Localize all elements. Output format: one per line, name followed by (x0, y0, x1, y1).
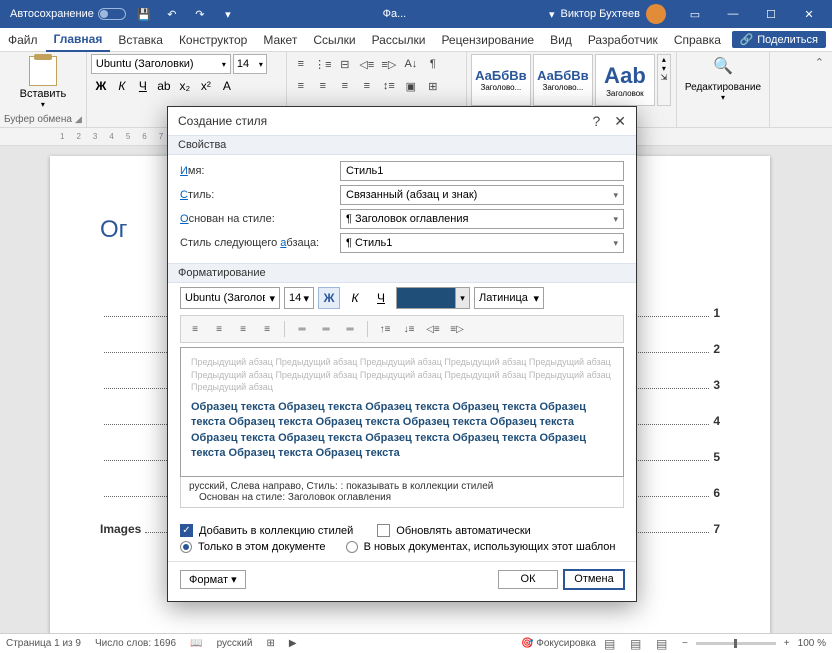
print-layout-icon[interactable]: ▤ (630, 637, 648, 651)
align-left-button[interactable]: ≡ (184, 319, 206, 339)
this-document-label: Только в этом документе (198, 541, 326, 553)
new-documents-radio[interactable] (346, 541, 358, 553)
style-description: русский, Слева направо, Стиль: : показыв… (180, 477, 624, 508)
word-count[interactable]: Число слов: 1696 (95, 638, 176, 649)
style-type-combo[interactable]: Связанный (абзац и знак)▾ (340, 185, 624, 205)
dialog-title: Создание стиля (178, 114, 267, 128)
web-layout-icon[interactable]: ▤ (656, 637, 674, 651)
new-documents-label: В новых документах, использующих этот ша… (364, 541, 616, 553)
increase-indent-button[interactable]: ≡▷ (446, 319, 468, 339)
style-label: Стиль: (180, 189, 340, 201)
onehalf-space-button[interactable]: ═ (315, 319, 337, 339)
cancel-button[interactable]: Отмена (564, 570, 624, 589)
fmt-script-combo[interactable]: Латиница▾ (474, 287, 544, 309)
dialog-titlebar: Создание стиля ? ✕ (168, 107, 636, 135)
page-count[interactable]: Страница 1 из 9 (6, 638, 81, 649)
read-mode-icon[interactable]: ▤ (604, 637, 622, 651)
align-right-button[interactable]: ≡ (232, 319, 254, 339)
justify-button[interactable]: ≡ (256, 319, 278, 339)
create-style-dialog: Создание стиля ? ✕ Свойства Имя: Стиль1 … (167, 106, 637, 602)
zoom-in-button[interactable]: + (784, 638, 790, 649)
properties-header: Свойства (168, 135, 636, 155)
para-toolbar: ≡ ≡ ≡ ≡ ═ ═ ═ ↑≡ ↓≡ ◁≡ ≡▷ (180, 315, 624, 343)
fmt-bold-button[interactable]: Ж (318, 287, 340, 309)
decrease-indent-button[interactable]: ◁≡ (422, 319, 444, 339)
this-document-radio[interactable] (180, 541, 192, 553)
format-dropdown-button[interactable]: Формат ▾ (180, 570, 246, 589)
spellcheck-icon[interactable]: 📖 (190, 638, 202, 649)
add-to-gallery-label: Добавить в коллекцию стилей (199, 525, 353, 537)
double-space-button[interactable]: ═ (339, 319, 361, 339)
based-on-combo[interactable]: ¶ Заголовок оглавления▾ (340, 209, 624, 229)
space-before-up-button[interactable]: ↑≡ (374, 319, 396, 339)
language[interactable]: русский (217, 638, 253, 649)
fmt-underline-button[interactable]: Ч (370, 287, 392, 309)
auto-update-label: Обновлять автоматически (396, 525, 531, 537)
name-label: Имя: (180, 165, 340, 177)
ok-button[interactable]: ОК (498, 570, 558, 589)
formatting-header: Форматирование (168, 263, 636, 283)
name-input[interactable]: Стиль1 (340, 161, 624, 181)
close-icon[interactable]: ✕ (614, 113, 626, 130)
space-before-down-button[interactable]: ↓≡ (398, 319, 420, 339)
next-style-combo[interactable]: ¶ Стиль1▾ (340, 233, 624, 253)
align-center-button[interactable]: ≡ (208, 319, 230, 339)
next-style-label: Стиль следующего абзаца: (180, 237, 340, 249)
help-icon[interactable]: ? (592, 113, 600, 130)
accessibility-icon[interactable]: ⊞ (266, 638, 274, 649)
zoom-slider[interactable] (696, 642, 776, 645)
based-on-label: Основан на стиле: (180, 213, 340, 225)
fmt-size-combo[interactable]: 14▾ (284, 287, 314, 309)
fmt-italic-button[interactable]: К (344, 287, 366, 309)
modal-overlay: Создание стиля ? ✕ Свойства Имя: Стиль1 … (0, 0, 832, 653)
fmt-color-button[interactable]: ▾ (396, 287, 470, 309)
macro-icon[interactable]: ▶ (289, 638, 297, 649)
zoom-level[interactable]: 100 % (798, 638, 826, 649)
fmt-font-combo[interactable]: Ubuntu (Заголовки)▾ (180, 287, 280, 309)
single-space-button[interactable]: ═ (291, 319, 313, 339)
zoom-out-button[interactable]: − (682, 638, 688, 649)
focus-button[interactable]: 🎯 Фокусировка (521, 638, 596, 649)
style-preview: Предыдущий абзац Предыдущий абзац Предыд… (180, 347, 624, 477)
add-to-gallery-checkbox[interactable]: ✓ (180, 524, 193, 537)
statusbar: Страница 1 из 9 Число слов: 1696 📖 русск… (0, 633, 832, 653)
auto-update-checkbox[interactable] (377, 524, 390, 537)
